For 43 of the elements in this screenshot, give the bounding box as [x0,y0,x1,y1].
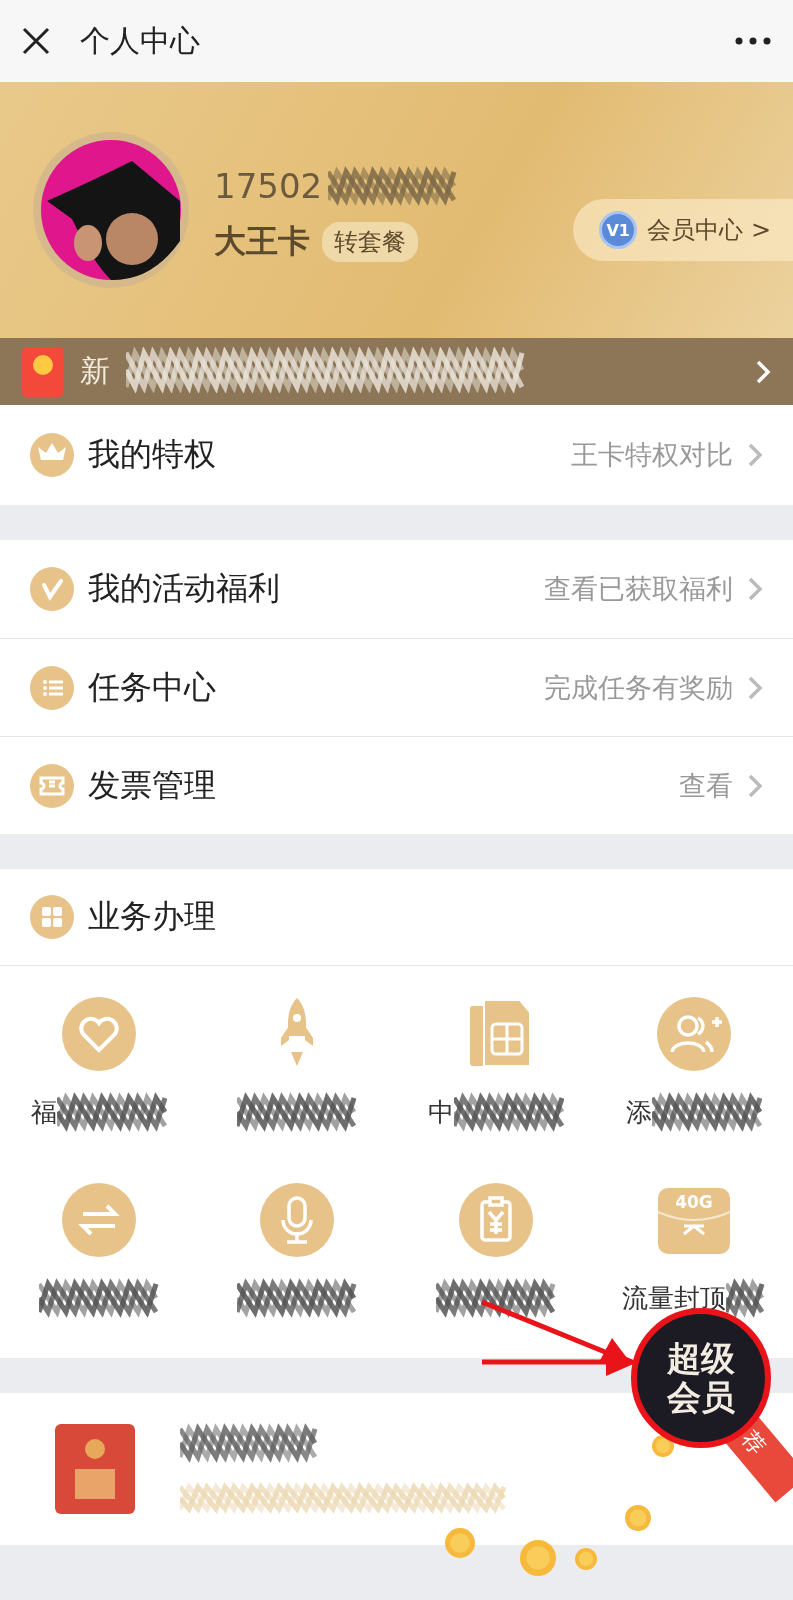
member-center-button[interactable]: V1 会员中心 > [573,199,793,261]
ticket-icon [30,763,74,808]
menu-row[interactable]: 我的活动福利 查看已获取福利 [0,540,793,638]
chevron-right-icon [747,772,763,799]
envelope-icon [22,346,64,397]
v-icon [30,567,74,611]
coin-icon [575,1548,597,1570]
phone-number: 17502 [214,166,323,206]
chevron-right-icon [747,576,763,602]
row-link-text: 王卡特权对比 [571,438,733,472]
crown-icon [30,433,74,477]
service-label: 福 [31,1095,58,1129]
chevron-right-icon [755,358,771,385]
privilege-row[interactable]: 我的特权 王卡特权对比 [0,405,793,505]
row-link-text: 完成任务有奖励 [544,670,733,705]
swap-arrows-icon[interactable] [61,1182,138,1258]
service-label: 添 [625,1095,652,1129]
menu-row[interactable]: 发票管理 查看 [0,736,793,834]
coin-icon [652,1435,674,1457]
notice-bar[interactable]: 新 [0,338,793,405]
notice-text: 新 [80,352,110,390]
menu-row[interactable]: 任务中心 完成任务有奖励 [0,638,793,736]
more-icon[interactable] [735,37,771,45]
add-people-icon[interactable] [655,996,732,1072]
coin-icon [625,1505,651,1531]
microphone-icon[interactable] [259,1182,336,1258]
change-plan-button[interactable]: 转套餐 [322,222,418,262]
chevron-right-icon [747,442,763,468]
card-name: 大王卡 [214,221,310,262]
service-label: 中 [427,1095,454,1129]
row-link-text: 查看 [679,768,733,803]
coin-icon [445,1528,475,1558]
list-icon [30,665,74,710]
chevron-right-icon [747,674,763,701]
row-link-text: 查看已获取福利 [544,572,733,606]
level-badge: V1 [599,211,638,249]
page-title: 个人中心 [80,21,201,60]
section-title: 业务办理 [88,896,217,937]
coin-icon [520,1540,556,1576]
redaction-scribble [725,1278,766,1318]
close-icon[interactable] [22,27,50,55]
grid-icon [30,895,74,939]
yuan-bill-icon[interactable] [457,1182,534,1258]
